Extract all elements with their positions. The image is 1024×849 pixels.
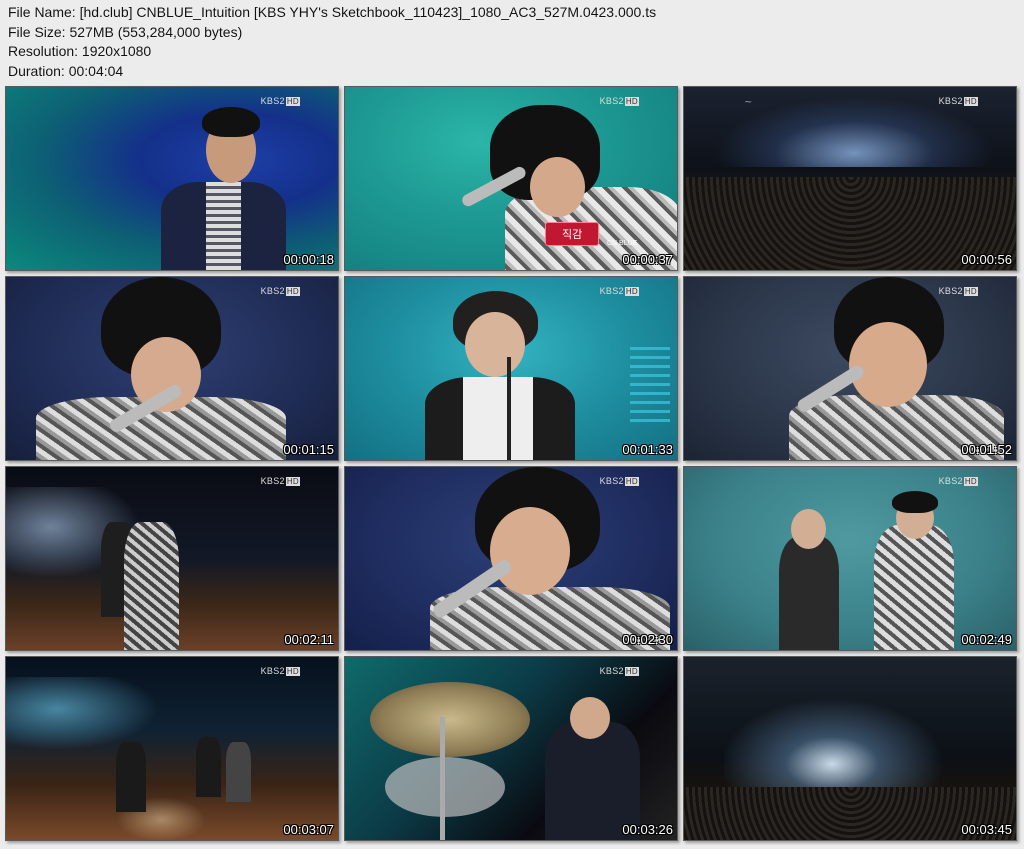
timestamp: 00:02:11 [284,632,334,647]
timestamp: 00:02:30 [622,632,673,647]
broadcast-logo: KBS2 [260,476,285,486]
thumbnail[interactable]: KBS2 HD 00:01:15 [5,276,339,461]
timestamp: 00:00:18 [283,252,334,267]
hd-logo: HD [285,97,300,106]
timestamp: 00:01:33 [622,442,673,457]
broadcast-logo: KBS2 [599,286,624,296]
thumbnail[interactable]: KBS2 HD 00:00:18 [5,86,339,271]
thumbnail[interactable]: ~ KBS2 HD 00:00:56 [683,86,1017,271]
timestamp: 00:00:37 [622,252,673,267]
timestamp: 00:01:15 [283,442,334,457]
thumbnail[interactable]: 직감 CN BLUE KBS2 HD 00:00:37 [344,86,678,271]
broadcast-logo: KBS2 [599,666,624,676]
hd-logo: HD [624,477,639,486]
thumbnail[interactable]: KBS2 HD 00:02:30 [344,466,678,651]
timestamp: 00:00:56 [961,252,1012,267]
broadcast-logo: KBS2 [938,476,963,486]
hd-logo: HD [285,477,300,486]
broadcast-logo: KBS2 [938,96,963,106]
hd-logo: HD [624,97,639,106]
band-name-label: CN BLUE [607,240,638,247]
hd-logo: HD [624,667,639,676]
broadcast-logo: KBS2 [599,96,624,106]
thumbnail[interactable]: 00:03:45 [683,656,1017,841]
broadcast-logo: KBS2 [938,286,963,296]
thumbnail-grid: KBS2 HD 00:00:18 직감 CN BLUE KBS2 HD 00:00:… [0,0,1024,849]
thumbnail[interactable]: KBS2 HD 00:02:11 [5,466,339,651]
broadcast-logo: KBS2 [260,666,285,676]
timestamp: 00:01:52 [961,442,1012,457]
hd-logo: HD [285,287,300,296]
thumbnail[interactable]: KBS2 HD 00:01:52 [683,276,1017,461]
broadcast-logo: KBS2 [260,286,285,296]
hd-logo: HD [624,287,639,296]
broadcast-logo: KBS2 [260,96,285,106]
thumbnail[interactable]: KBS2 HD 00:02:49 [683,466,1017,651]
thumbnail[interactable]: KBS2 HD 00:03:07 [5,656,339,841]
hd-logo: HD [285,667,300,676]
hd-logo: HD [963,477,978,486]
timestamp: 00:03:07 [283,822,334,837]
hd-logo: HD [963,287,978,296]
timestamp: 00:03:26 [622,822,673,837]
thumbnail[interactable]: KBS2 HD 00:03:26 [344,656,678,841]
thumbnail[interactable]: KBS2 HD 00:01:33 [344,276,678,461]
song-title-badge: 직감 [562,229,583,241]
broadcast-logo: KBS2 [599,476,624,486]
timestamp: 00:03:45 [961,822,1012,837]
timestamp: 00:02:49 [961,632,1012,647]
hd-logo: HD [963,97,978,106]
